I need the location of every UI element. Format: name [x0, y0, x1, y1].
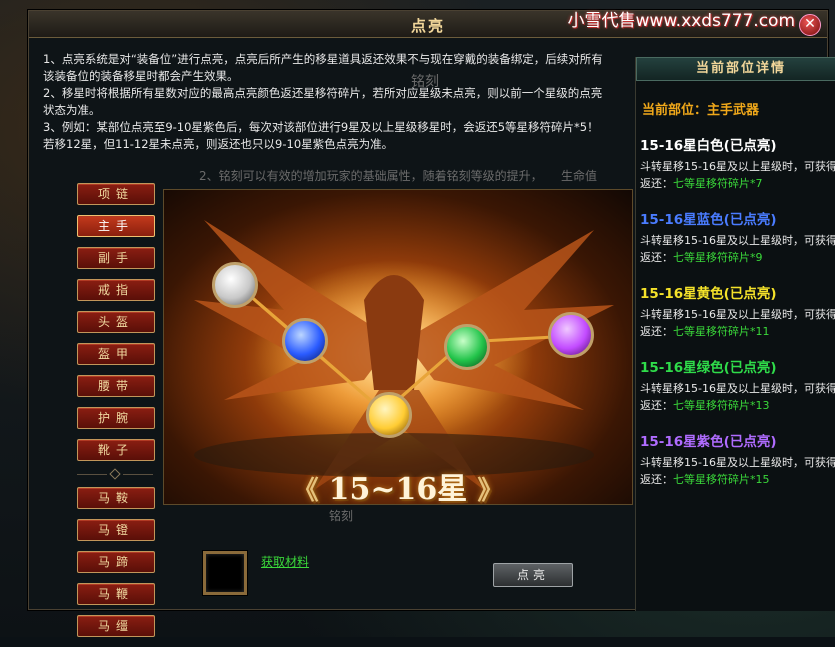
menu-item-bracer[interactable]: 护腕: [77, 407, 155, 429]
menu-item-helmet[interactable]: 头盔: [77, 311, 155, 333]
light-up-button[interactable]: 点亮: [493, 563, 573, 587]
tier-white: 15-16星白色(已点亮) 斗转星移15-16星及以上星级时，可获得返还：七等星…: [640, 134, 835, 192]
gem-green[interactable]: [444, 324, 490, 370]
tier-desc: 斗转星移15-16星及以上星级时，可获得返还：七等星移符碎片*7: [640, 158, 835, 192]
description-line: 2、移星时将根据所有星数对应的最高点亮颜色返还星移符碎片，若所对应星级未点亮，则…: [43, 86, 603, 117]
bg-refine-tab: 铭刻: [411, 74, 439, 90]
tier-blue: 15-16星蓝色(已点亮) 斗转星移15-16星及以上星级时，可获得返还：七等星…: [640, 208, 835, 266]
description-line: 1、点亮系统是对“装备位”进行点亮，点亮后所产生的移星道具返还效果不与现在穿戴的…: [43, 52, 603, 83]
menu-item-reins[interactable]: 马缰: [77, 615, 155, 637]
tier-purple: 15-16星紫色(已点亮) 斗转星移15-16星及以上星级时，可获得返还：七等星…: [640, 430, 835, 488]
menu-item-necklace[interactable]: 项链: [77, 183, 155, 205]
tier-desc: 斗转星移15-16星及以上星级时，可获得返还：七等星移符碎片*15: [640, 454, 835, 488]
star-range-label: 《 15~16星》: [164, 464, 632, 505]
prev-chevron-icon[interactable]: 《: [293, 476, 319, 504]
phoenix-display: 《 15~16星》: [163, 189, 633, 505]
tier-yellow: 15-16星黄色(已点亮) 斗转星移15-16星及以上星级时，可获得返还：七等星…: [640, 282, 835, 340]
tier-title: 15-16星绿色(已点亮): [640, 360, 777, 376]
menu-item-ring[interactable]: 戒指: [77, 279, 155, 301]
details-header: 当前部位详情: [636, 57, 835, 81]
tier-desc: 斗转星移15-16星及以上星级时，可获得返还：七等星移符碎片*9: [640, 232, 835, 266]
tier-reward: 七等星移符碎片*11: [673, 325, 770, 338]
tier-desc: 斗转星移15-16星及以上星级时，可获得返还：七等星移符碎片*11: [640, 306, 835, 340]
tier-green: 15-16星绿色(已点亮) 斗转星移15-16星及以上星级时，可获得返还：七等星…: [640, 356, 835, 414]
bg-hint: 2、铭刻可以有效的增加玩家的基础属性，随着铭刻等级的提升，: [199, 169, 543, 183]
tier-reward: 七等星移符碎片*15: [673, 473, 770, 486]
tier-reward: 七等星移符碎片*13: [673, 399, 770, 412]
tier-reward: 七等星移符碎片*7: [673, 177, 763, 190]
menu-item-belt[interactable]: 腰带: [77, 375, 155, 397]
description-line: 3、例如：某部位点亮至9-10星紫色后，每次对该部位进行9星及以上星级移星时，会…: [43, 120, 599, 151]
menu-divider: [77, 468, 153, 480]
menu-item-boots[interactable]: 靴子: [77, 439, 155, 461]
bottom-bar: 获取材料 点亮: [163, 535, 631, 609]
star-range-text: 15~16星: [328, 472, 468, 505]
tier-desc: 斗转星移15-16星及以上星级时，可获得返还：七等星移符碎片*13: [640, 380, 835, 414]
bg-side-label: 生命值: [561, 169, 598, 183]
tier-reward: 七等星移符碎片*9: [673, 251, 763, 264]
tier-title: 15-16星紫色(已点亮): [640, 434, 777, 450]
close-icon[interactable]: ✕: [799, 14, 821, 36]
menu-item-off-hand[interactable]: 副手: [77, 247, 155, 269]
menu-item-main-hand[interactable]: 主手: [77, 215, 155, 237]
menu-item-whip[interactable]: 马鞭: [77, 583, 155, 605]
equipment-menu: 项链 主手 副手 戒指 头盔 盔甲 腰带 护腕 靴子 马鞍 马镫 马蹄 马鞭 马…: [77, 183, 155, 647]
details-panel: 当前部位详情 当前部位：主手武器 15-16星白色(已点亮) 斗转星移15-16…: [635, 57, 835, 611]
description: 1、点亮系统是对“装备位”进行点亮，点亮后所产生的移星道具返还效果不与现在穿戴的…: [43, 51, 603, 153]
get-materials-link[interactable]: 获取材料: [261, 553, 309, 570]
menu-item-saddle[interactable]: 马鞍: [77, 487, 155, 509]
tier-title: 15-16星蓝色(已点亮): [640, 212, 777, 228]
tier-title: 15-16星黄色(已点亮): [640, 286, 777, 302]
gem-gold[interactable]: [366, 392, 412, 438]
next-chevron-icon[interactable]: 》: [477, 476, 503, 504]
menu-item-armor[interactable]: 盔甲: [77, 343, 155, 365]
watermark: 小雪代售www.xxds777.com: [567, 11, 795, 31]
gem-blue[interactable]: [282, 318, 328, 364]
menu-item-stirrup[interactable]: 马镫: [77, 519, 155, 541]
current-part: 当前部位：主手武器: [642, 103, 760, 118]
light-up-window: 点亮 1、点亮系统是对“装备位”进行点亮，点亮后所产生的移星道具返还效果不与现在…: [28, 10, 835, 637]
gem-purple[interactable]: [548, 312, 594, 358]
bg-refine-button: 铭刻: [329, 509, 354, 523]
material-slot[interactable]: [203, 551, 247, 595]
menu-item-horseshoe[interactable]: 马蹄: [77, 551, 155, 573]
gem-white[interactable]: [212, 262, 258, 308]
tier-title: 15-16星白色(已点亮): [640, 138, 777, 154]
